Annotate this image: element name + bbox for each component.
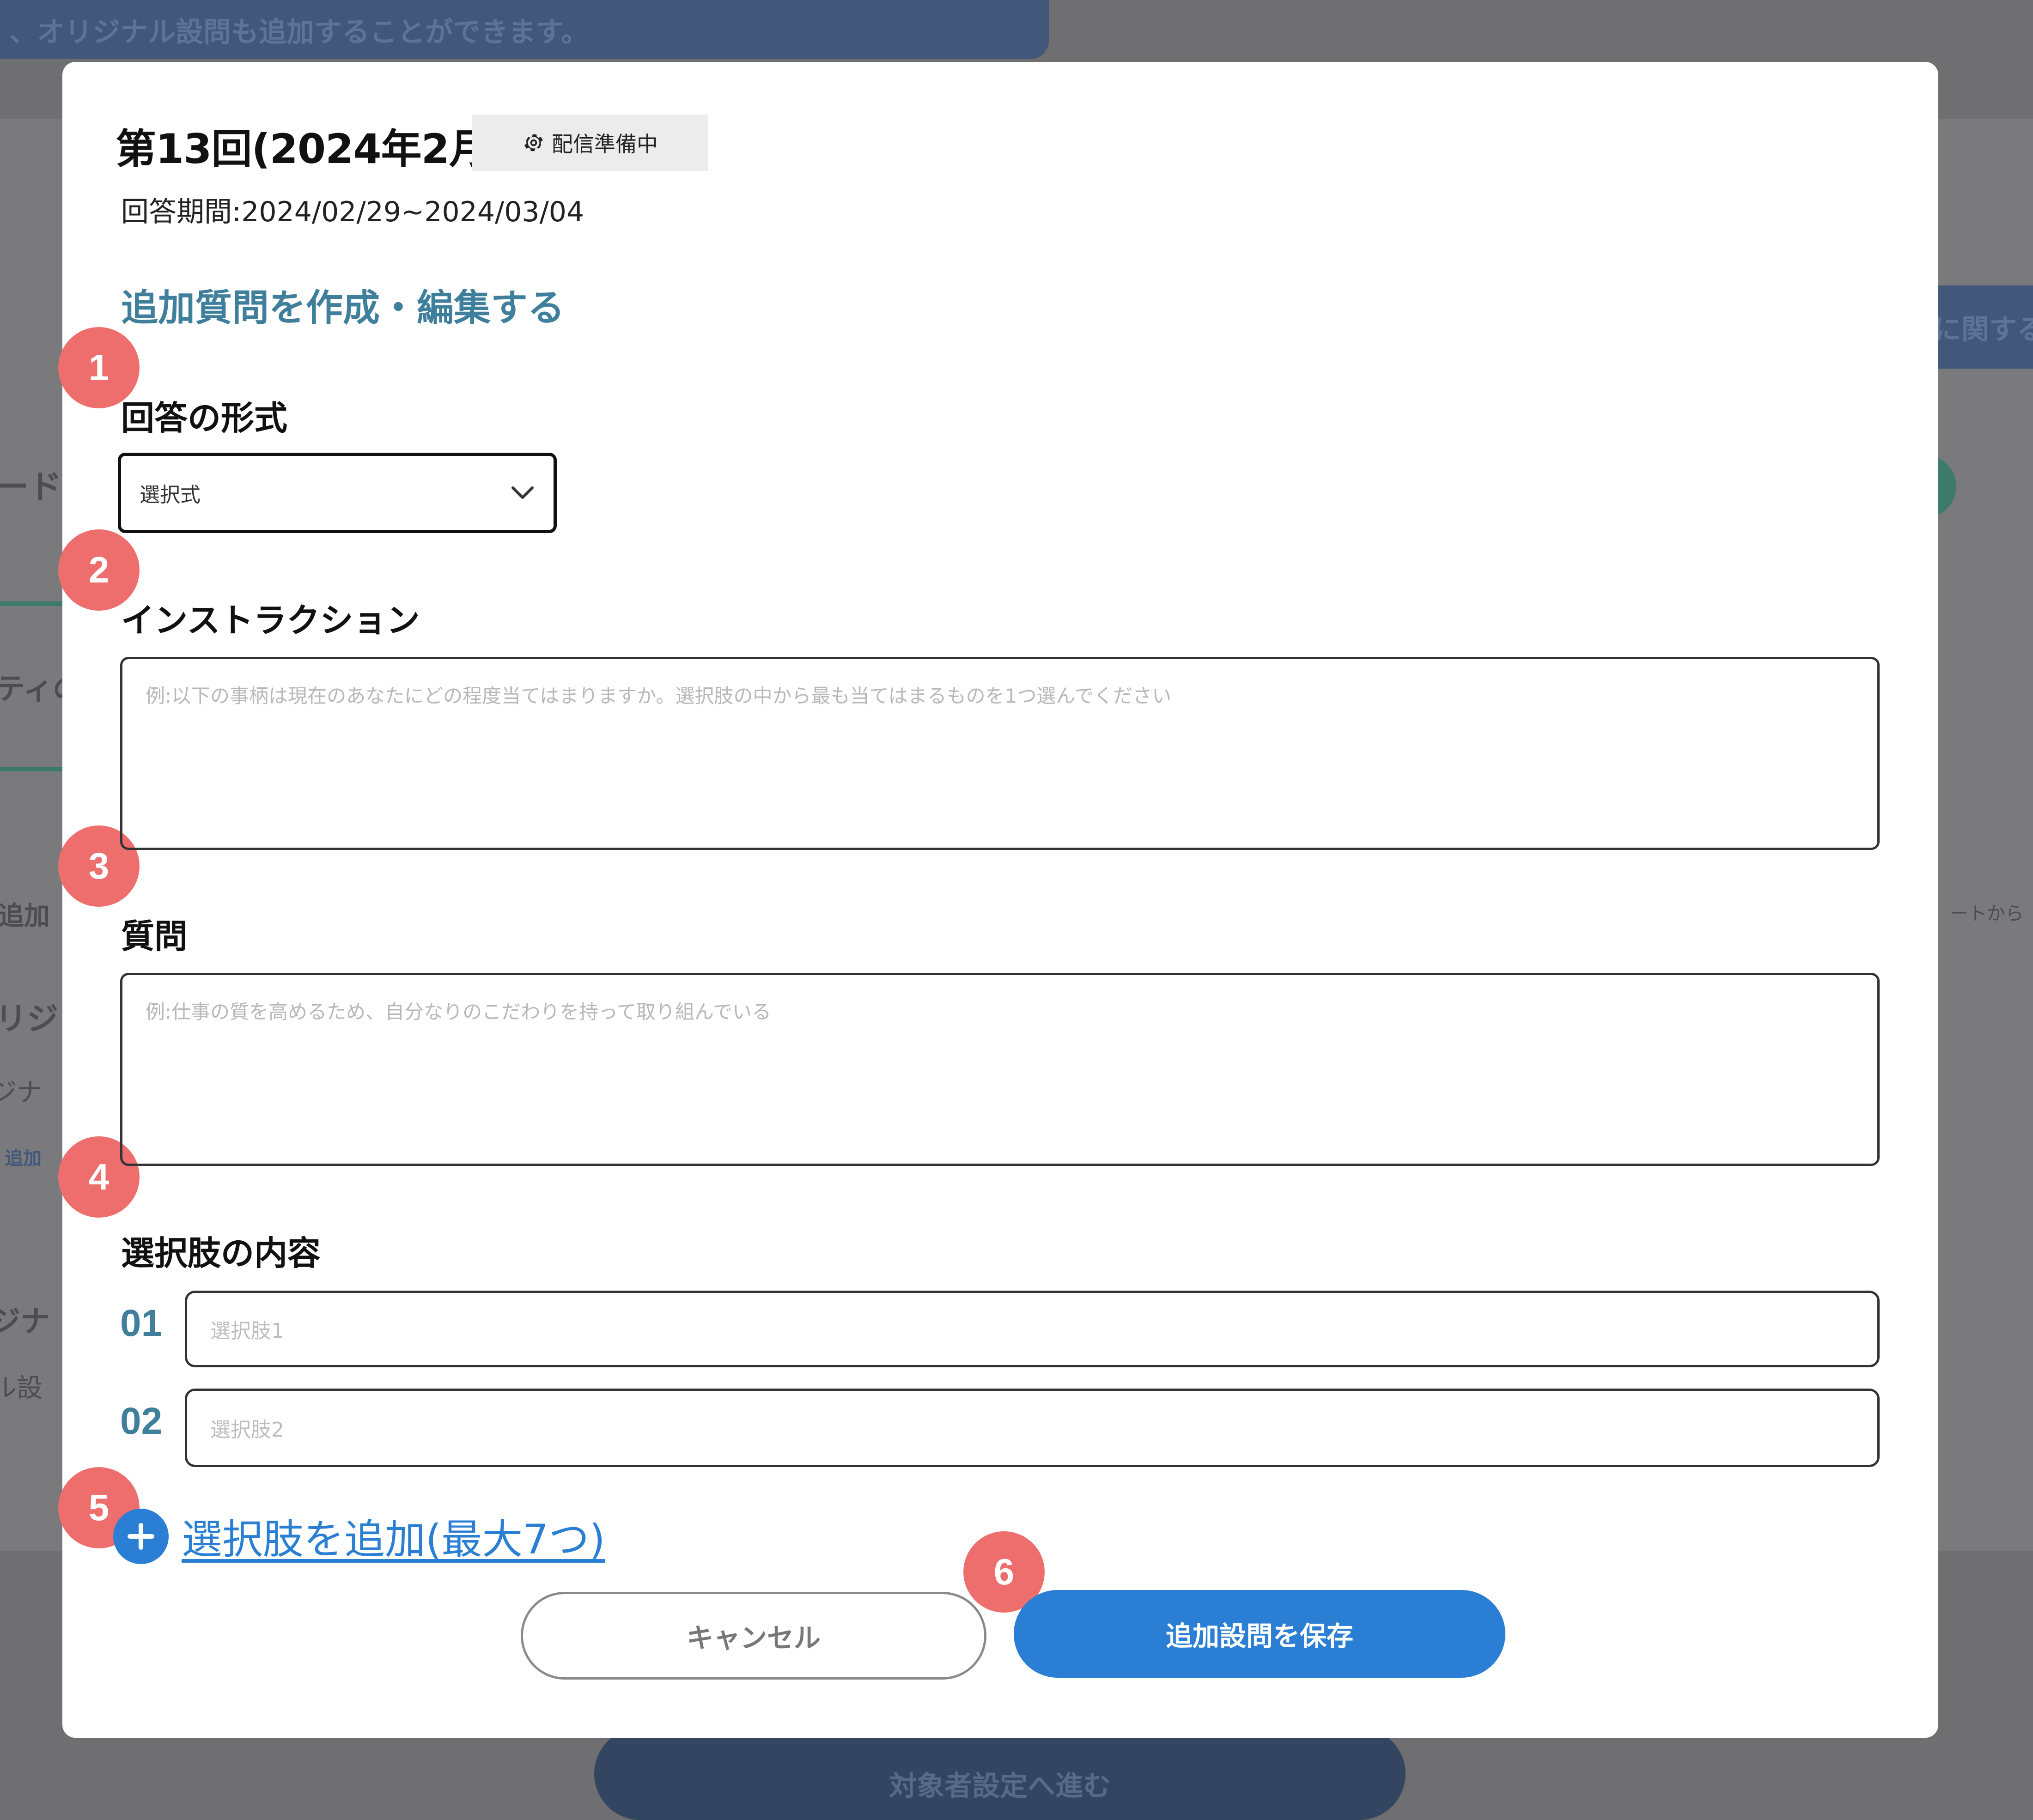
save-button-label: 追加設問を保存 [1165, 1620, 1353, 1652]
answer-format-select[interactable]: 選択式 [118, 453, 557, 533]
choice-number: 01 [120, 1302, 163, 1344]
chevron-down-icon [510, 485, 535, 501]
background-fragment: ートから [1950, 903, 2024, 924]
question-textarea[interactable]: 例:仕事の質を高めるため、自分なりのこだわりを持って取り組んでいる [120, 973, 1880, 1166]
answer-format-label: 回答の形式 [121, 399, 288, 437]
background-banner: 、オリジナル設問も追加することができます。 [0, 0, 1049, 59]
background-fragment: ード [0, 467, 62, 506]
instruction-placeholder: 例:以下の事柄は現在のあなたにどの程度当てはまりますか。選択肢の中から最も当ては… [146, 685, 1172, 707]
background-fragment: リジ [0, 1001, 59, 1037]
answer-format-value: 選択式 [140, 483, 201, 507]
save-question-button[interactable]: 追加設問を保存 [1014, 1590, 1505, 1678]
choice-placeholder: 選択肢2 [210, 1418, 284, 1442]
choices-label: 選択肢の内容 [121, 1234, 321, 1273]
add-choice-label: 選択肢を追加(最大7つ) [182, 1516, 605, 1563]
question-label: 質問 [121, 917, 188, 956]
modal-title: 第13回(2024年2月) [116, 125, 508, 173]
background-right-tab-text: に関する [1938, 313, 2033, 346]
cancel-button-label: キャンセル [686, 1622, 821, 1654]
background-teal-line [0, 601, 62, 606]
choice-input-1[interactable]: 選択肢1 [185, 1291, 1880, 1367]
background-fragment: 追加 [5, 1148, 42, 1169]
instruction-label: インストラクション [121, 601, 420, 640]
background-fragment: ル設 [0, 1373, 43, 1403]
background-banner-text: 、オリジナル設問も追加することができます。 [9, 16, 589, 49]
background-fragment: 追加 [0, 901, 50, 931]
add-choice-link[interactable]: 選択肢を追加(最大7つ) [113, 1507, 605, 1565]
background-right-tab: に関する [1938, 285, 2033, 369]
plus-icon [113, 1508, 169, 1564]
status-badge: 配信準備中 [472, 115, 708, 171]
choice-placeholder: 選択肢1 [210, 1319, 284, 1343]
background-fragment: ジナ [0, 1305, 50, 1339]
gear-icon [522, 131, 545, 154]
cancel-button[interactable]: キャンセル [521, 1592, 986, 1680]
edit-question-modal: 第13回(2024年2月) 配信準備中 回答期間:2024/02/29~2024… [58, 62, 1938, 1738]
instruction-textarea[interactable]: 例:以下の事柄は現在のあなたにどの程度当てはまりますか。選択肢の中から最も当ては… [120, 657, 1880, 850]
response-period: 回答期間:2024/02/29~2024/03/04 [121, 196, 584, 228]
background-teal-line-2 [0, 767, 62, 771]
background-fragment: ジナ [0, 1078, 43, 1108]
background-bottom-button-label: 対象者設定へ進む [889, 1770, 1111, 1802]
choice-number: 02 [120, 1400, 163, 1442]
question-placeholder: 例:仕事の質を高めるため、自分なりのこだわりを持って取り組んでいる [146, 1001, 771, 1023]
choice-input-2[interactable]: 選択肢2 [185, 1389, 1880, 1467]
background-bottom-button: 対象者設定へ進む [594, 1728, 1406, 1820]
status-badge-label: 配信準備中 [552, 132, 658, 157]
section-heading: 追加質問を作成・編集する [121, 286, 565, 329]
